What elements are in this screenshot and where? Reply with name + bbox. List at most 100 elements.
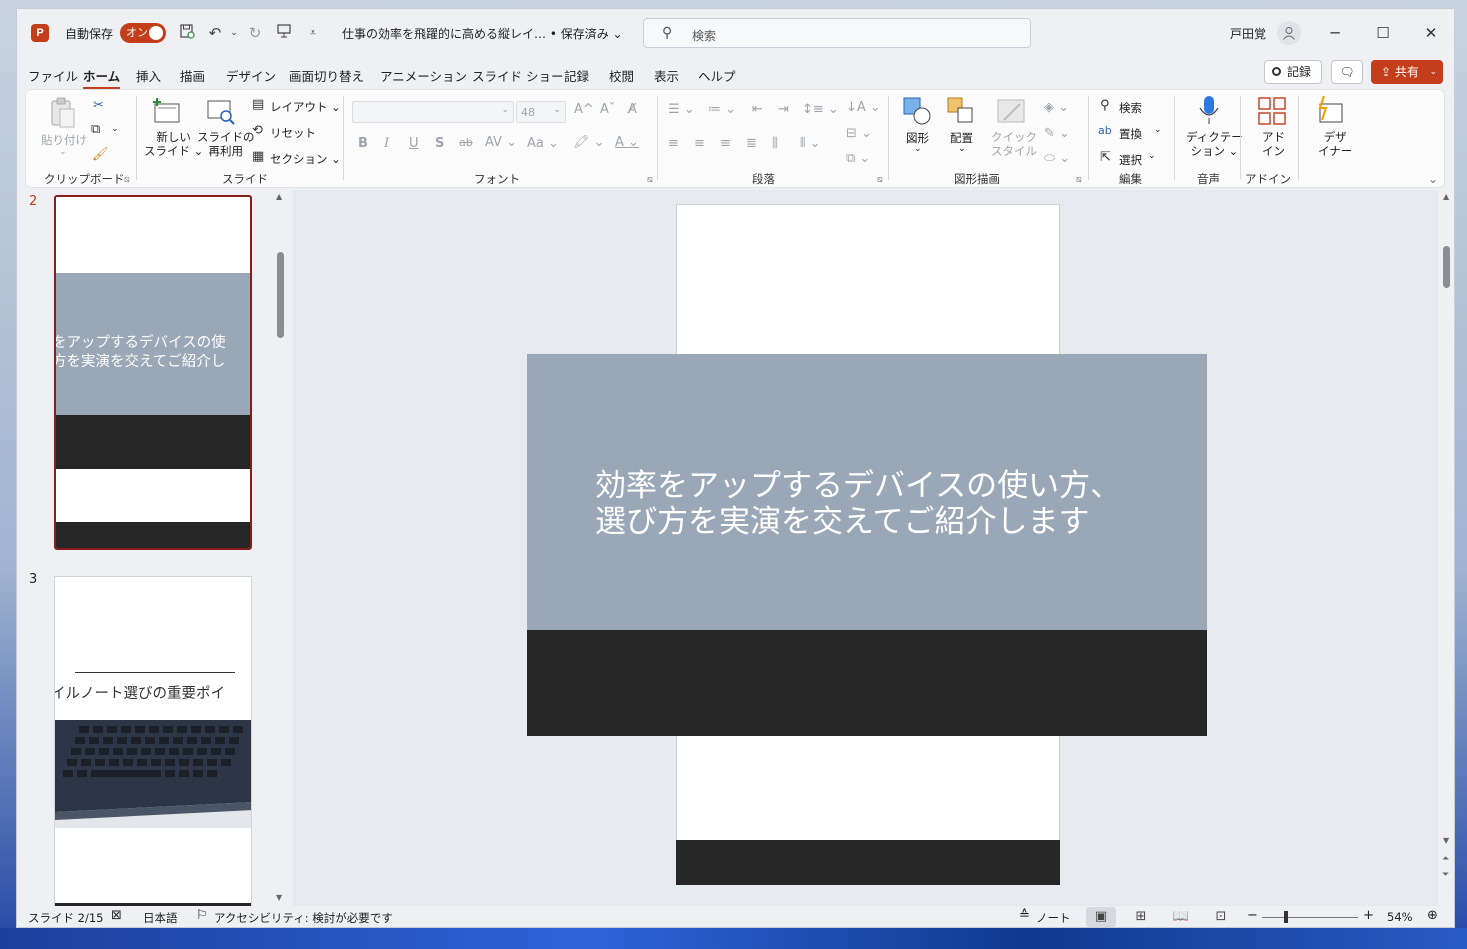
editor-scroll-thumb[interactable] xyxy=(1443,246,1450,288)
layout-icon[interactable]: ▤ xyxy=(252,97,264,112)
italic-icon[interactable]: I xyxy=(384,136,389,151)
font-expander-icon[interactable]: ⧅ xyxy=(647,175,653,185)
tab-animations[interactable]: アニメーション xyxy=(380,66,467,85)
shape-outline-icon[interactable]: ✎ ⌄ xyxy=(1044,126,1070,141)
ribbon-collapse-icon[interactable]: ⌄ xyxy=(1428,172,1438,186)
new-slide-label[interactable]: 新しい スライド ⌄ xyxy=(144,130,203,158)
paste-label[interactable]: 貼り付け xyxy=(41,132,87,148)
find-icon[interactable]: ⚲ xyxy=(1100,98,1110,113)
clipboard-expander-icon[interactable]: ⧅ xyxy=(124,175,130,185)
thumbnail-scrollbar[interactable]: ▲ ▼ xyxy=(275,190,285,906)
language-label[interactable]: 日本語 xyxy=(143,910,178,926)
share-button[interactable]: ⇪ 共有 ⌄ xyxy=(1371,60,1443,84)
reading-view-icon[interactable]: 📖 xyxy=(1166,907,1196,927)
align-center-icon[interactable]: ≡ xyxy=(694,136,705,151)
scroll-up-icon[interactable]: ▲ xyxy=(1443,192,1449,201)
slide-footer-band[interactable] xyxy=(676,840,1060,885)
paste-icon[interactable] xyxy=(48,97,78,128)
redo-icon[interactable]: ↻ xyxy=(245,23,265,43)
slide-title[interactable]: 効率をアップするデバイスの使い方、 選び方を実演を交えてご紹介します xyxy=(595,468,1195,540)
underline-icon[interactable]: U xyxy=(409,136,419,151)
line-spacing-icon[interactable]: ↕≡ ⌄ xyxy=(802,102,839,117)
notes-label[interactable]: ノート xyxy=(1036,910,1071,926)
select-label[interactable]: 選択 xyxy=(1119,152,1142,168)
character-spacing-icon[interactable]: AV ⌄ xyxy=(485,135,517,150)
document-title[interactable]: 仕事の効率を飛躍的に高める縦レイ… • 保存済み ⌄ xyxy=(342,25,623,42)
paragraph-expander-icon[interactable]: ⧅ xyxy=(877,175,883,185)
tab-transitions[interactable]: 画面切り替え xyxy=(289,66,364,85)
minimize-button[interactable]: ─ xyxy=(1321,21,1349,45)
grow-font-icon[interactable]: A^ xyxy=(574,102,594,117)
smartart-icon[interactable]: ⧉ ⌄ xyxy=(846,151,870,166)
tab-help[interactable]: ヘルプ xyxy=(698,66,736,85)
arrange-dropdown-icon[interactable]: ⌄ xyxy=(958,144,966,154)
columns-icon[interactable]: ⫴ ⌄ xyxy=(800,136,821,151)
copy-dropdown-icon[interactable]: ⌄ xyxy=(111,124,119,134)
font-size-select[interactable]: 48 ⌄ xyxy=(516,101,566,123)
slide-editor[interactable]: 効率をアップするデバイスの使い方、 選び方を実演を交えてご紹介します xyxy=(293,190,1438,906)
zoom-in-icon[interactable]: + xyxy=(1363,908,1374,923)
accessibility-status[interactable]: アクセシビリティ: 検討が必要です xyxy=(214,910,393,926)
tab-record[interactable]: 記録 xyxy=(564,66,589,85)
reuse-slides-label[interactable]: スライドの 再利用 xyxy=(197,130,255,158)
new-slide-icon[interactable] xyxy=(152,98,182,128)
normal-view-icon[interactable]: ▣ xyxy=(1086,907,1116,927)
reset-icon[interactable]: ⟲ xyxy=(252,123,263,138)
align-text-icon[interactable]: ⊟ ⌄ xyxy=(846,126,872,141)
shape-effects-icon[interactable]: ⬭ ⌄ xyxy=(1044,151,1070,166)
select-cursor-icon[interactable]: ⇱ xyxy=(1100,150,1111,165)
quick-styles-icon[interactable] xyxy=(996,96,1026,126)
highlight-color-icon[interactable]: 🖍 ⌄ xyxy=(573,135,605,150)
autosave-toggle[interactable]: オン xyxy=(120,23,166,43)
replace-icon[interactable]: ab xyxy=(1098,124,1112,137)
distributed-icon[interactable]: ⫼ xyxy=(772,136,778,151)
scroll-down-icon[interactable]: ▼ xyxy=(1443,836,1449,845)
scroll-down-icon[interactable]: ▼ xyxy=(276,893,282,902)
shrink-font-icon[interactable]: Aˇ xyxy=(600,102,615,117)
user-name[interactable]: 戸田覚 xyxy=(1230,25,1266,42)
tab-slideshow[interactable]: スライド ショー xyxy=(472,66,563,85)
reset-label[interactable]: リセット xyxy=(270,125,316,141)
copy-icon[interactable]: ⧉ xyxy=(91,122,100,137)
previous-slide-icon[interactable]: ⏶ xyxy=(1442,854,1449,864)
shape-fill-icon[interactable]: ◈ ⌄ xyxy=(1044,100,1069,115)
cut-icon[interactable]: ✂ xyxy=(93,98,104,113)
text-direction-icon[interactable]: ↓A ⌄ xyxy=(846,100,881,115)
scroll-up-icon[interactable]: ▲ xyxy=(276,192,282,201)
quick-styles-label[interactable]: クイック スタイル xyxy=(991,130,1037,158)
spellcheck-icon[interactable]: ⊠ xyxy=(111,908,122,923)
tab-file[interactable]: ファイル xyxy=(28,66,78,85)
text-shadow-icon[interactable]: S xyxy=(435,136,444,151)
bold-icon[interactable]: B xyxy=(358,136,368,151)
undo-dropdown-icon[interactable]: ⌄ xyxy=(224,23,244,43)
layout-label[interactable]: レイアウト ⌄ xyxy=(270,99,341,115)
slide-thumbnail-2[interactable]: をアップするデバイスの使 方を実演を交えてご紹介し xyxy=(54,195,252,550)
search-box[interactable]: ⚲ 検索 xyxy=(643,18,1031,48)
avatar[interactable] xyxy=(1277,21,1301,45)
replace-label[interactable]: 置換 xyxy=(1119,126,1142,142)
font-name-select[interactable]: ⌄ xyxy=(352,101,514,123)
slide-thumbnail-3[interactable]: イルノート選びの重要ポイ xyxy=(54,576,252,906)
maximize-button[interactable]: ☐ xyxy=(1369,21,1397,45)
comments-button[interactable]: 🗨 xyxy=(1331,60,1363,84)
paste-dropdown-icon[interactable]: ⌄ xyxy=(59,147,67,157)
zoom-slider[interactable] xyxy=(1262,917,1358,918)
slideshow-view-icon[interactable]: ⊡ xyxy=(1206,907,1236,927)
tab-home[interactable]: ホーム xyxy=(83,66,121,89)
dictate-label[interactable]: ディクテー ション ⌄ xyxy=(1186,130,1243,158)
thumbnail-scroll-thumb[interactable] xyxy=(277,252,284,338)
drawing-expander-icon[interactable]: ⧅ xyxy=(1076,175,1082,185)
close-button[interactable]: ✕ xyxy=(1417,21,1445,45)
addins-icon[interactable] xyxy=(1257,96,1287,126)
slide-sorter-icon[interactable]: ⊞ xyxy=(1126,907,1156,927)
tab-draw[interactable]: 描画 xyxy=(180,66,205,85)
decrease-indent-icon[interactable]: ⇤ xyxy=(752,102,763,117)
save-sync-icon[interactable] xyxy=(177,23,197,43)
dark-band[interactable] xyxy=(527,630,1207,736)
clear-formatting-icon[interactable]: A̸ xyxy=(628,102,637,117)
change-case-icon[interactable]: Aa ⌄ xyxy=(527,136,559,151)
tab-review[interactable]: 校閲 xyxy=(609,66,634,85)
shapes-dropdown-icon[interactable]: ⌄ xyxy=(914,144,922,154)
find-label[interactable]: 検索 xyxy=(1119,100,1142,116)
strikethrough-icon[interactable]: ab xyxy=(459,136,473,149)
